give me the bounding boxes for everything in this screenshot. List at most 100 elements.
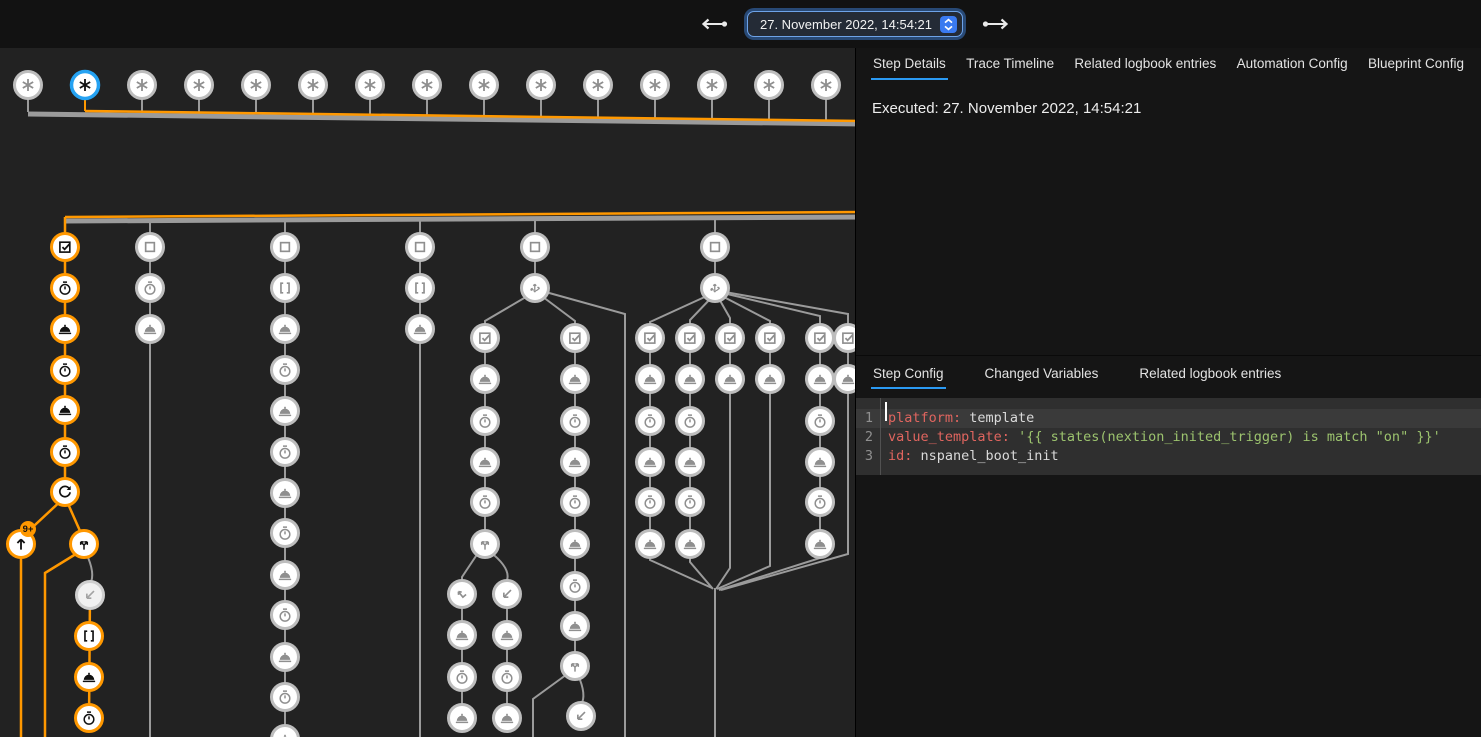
run-picker-select[interactable]: 27. November 2022, 14:54:21 (747, 11, 963, 37)
trace-node-asterisk[interactable] (756, 72, 783, 99)
trace-node-service-bell[interactable] (272, 562, 299, 589)
previous-run-button[interactable] (697, 16, 731, 32)
trace-node-checkbox[interactable] (637, 325, 664, 352)
trace-node-service-bell[interactable] (137, 316, 164, 343)
trace-node-service-bell[interactable] (52, 397, 79, 424)
trace-node-timer[interactable] (562, 573, 589, 600)
trace-node-asterisk[interactable] (471, 72, 498, 99)
trace-node-timer[interactable] (52, 439, 79, 466)
trace-node-arrow-bottom-left[interactable] (494, 581, 521, 608)
trace-node-check-arrow[interactable] (449, 581, 476, 608)
trace-node-service-bell[interactable] (562, 613, 589, 640)
trace-node-timer[interactable] (76, 705, 103, 732)
trace-node-timer[interactable] (637, 408, 664, 435)
trace-node-square[interactable] (137, 234, 164, 261)
trace-node-service-bell[interactable] (562, 531, 589, 558)
trace-node-service-bell[interactable] (272, 480, 299, 507)
trace-node-asterisk[interactable] (642, 72, 669, 99)
trace-node-service-bell[interactable] (272, 726, 299, 737)
trace-node-service-bell[interactable] (449, 622, 476, 649)
trace-node-asterisk[interactable] (15, 72, 42, 99)
tab-automation-config[interactable]: Automation Config (1235, 48, 1350, 80)
trace-node-checkbox[interactable] (472, 325, 499, 352)
trace-node-arrow-bottom-left[interactable] (568, 703, 595, 730)
trace-node-service-bell[interactable] (637, 531, 664, 558)
trace-node-asterisk[interactable] (813, 72, 840, 99)
next-run-button[interactable] (979, 16, 1013, 32)
step-config-code-editor[interactable]: 1platform: template2value_template: '{{ … (856, 398, 1481, 475)
trace-node-checkbox[interactable] (807, 325, 834, 352)
trace-node-arrow-up[interactable]: 9+ (8, 521, 37, 558)
tab-step-details[interactable]: Step Details (871, 48, 948, 80)
trace-node-timer[interactable] (807, 408, 834, 435)
trace-node-service-bell[interactable] (449, 705, 476, 732)
trace-node-timer[interactable] (472, 408, 499, 435)
trace-node-service-bell[interactable] (562, 366, 589, 393)
trace-node-timer[interactable] (52, 357, 79, 384)
trace-node-service-bell[interactable] (757, 366, 784, 393)
trace-node-timer[interactable] (494, 664, 521, 691)
trace-node-checkbox[interactable] (677, 325, 704, 352)
trace-node-choose[interactable] (522, 275, 549, 302)
trace-node-arrow-bottom-left[interactable] (77, 582, 104, 609)
trace-node-checkbox[interactable] (562, 325, 589, 352)
trace-node-service-bell[interactable] (717, 366, 744, 393)
trace-node-service-bell[interactable] (494, 705, 521, 732)
trace-node-timer[interactable] (272, 684, 299, 711)
trace-node-fork[interactable] (472, 531, 499, 558)
trace-node-choose[interactable] (702, 275, 729, 302)
trace-node-asterisk[interactable] (186, 72, 213, 99)
tab-related-logbook-entries[interactable]: Related logbook entries (1072, 48, 1218, 80)
tab-trace-timeline[interactable]: Trace Timeline (964, 48, 1056, 80)
tab-changed-variables[interactable]: Changed Variables (983, 359, 1101, 389)
trace-node-checkbox[interactable] (717, 325, 744, 352)
trace-node-service-bell[interactable] (807, 366, 834, 393)
tab-blueprint-config[interactable]: Blueprint Config (1366, 48, 1466, 80)
trace-node-service-bell[interactable] (272, 316, 299, 343)
trace-node-square[interactable] (702, 234, 729, 261)
trace-node-asterisk[interactable] (414, 72, 441, 99)
trace-node-timer[interactable] (137, 275, 164, 302)
trace-node-timer[interactable] (449, 664, 476, 691)
trace-node-checkbox[interactable] (52, 234, 79, 261)
trace-node-brackets[interactable] (272, 275, 299, 302)
trace-node-asterisk[interactable] (300, 72, 327, 99)
trace-node-timer[interactable] (562, 489, 589, 516)
trace-node-service-bell[interactable] (637, 366, 664, 393)
code-line[interactable]: 3id: nspanel_boot_init (856, 447, 1481, 466)
trace-node-timer[interactable] (272, 520, 299, 547)
trace-node-brackets[interactable] (76, 623, 103, 650)
trace-node-asterisk[interactable] (129, 72, 156, 99)
trace-node-timer[interactable] (562, 408, 589, 435)
trace-node-fork[interactable] (71, 531, 98, 558)
trace-node-checkbox[interactable] (757, 325, 784, 352)
trace-node-service-bell[interactable] (677, 366, 704, 393)
trace-node-service-bell[interactable] (76, 664, 103, 691)
trace-node-square[interactable] (407, 234, 434, 261)
trace-node-asterisk[interactable] (585, 72, 612, 99)
trace-node-square[interactable] (272, 234, 299, 261)
tab-related-logbook-entries[interactable]: Related logbook entries (1137, 359, 1283, 389)
trace-node-asterisk[interactable] (699, 72, 726, 99)
trace-node-asterisk[interactable] (243, 72, 270, 99)
trace-node-timer[interactable] (677, 489, 704, 516)
trace-node-refresh[interactable] (52, 479, 79, 506)
code-line[interactable]: 2value_template: '{{ states(nextion_init… (856, 428, 1481, 447)
trace-node-service-bell[interactable] (494, 622, 521, 649)
trace-node-timer[interactable] (677, 408, 704, 435)
trace-node-service-bell[interactable] (52, 316, 79, 343)
trace-node-asterisk[interactable] (72, 72, 99, 99)
trace-node-brackets[interactable] (407, 275, 434, 302)
trace-node-timer[interactable] (272, 357, 299, 384)
trace-node-timer[interactable] (807, 489, 834, 516)
trace-node-asterisk[interactable] (528, 72, 555, 99)
trace-node-service-bell[interactable] (807, 449, 834, 476)
trace-node-timer[interactable] (272, 439, 299, 466)
trace-node-timer[interactable] (52, 275, 79, 302)
trace-node-service-bell[interactable] (562, 449, 589, 476)
trace-node-service-bell[interactable] (677, 531, 704, 558)
trace-node-timer[interactable] (272, 602, 299, 629)
trace-node-timer[interactable] (637, 489, 664, 516)
trace-node-service-bell[interactable] (677, 449, 704, 476)
trace-node-timer[interactable] (472, 489, 499, 516)
